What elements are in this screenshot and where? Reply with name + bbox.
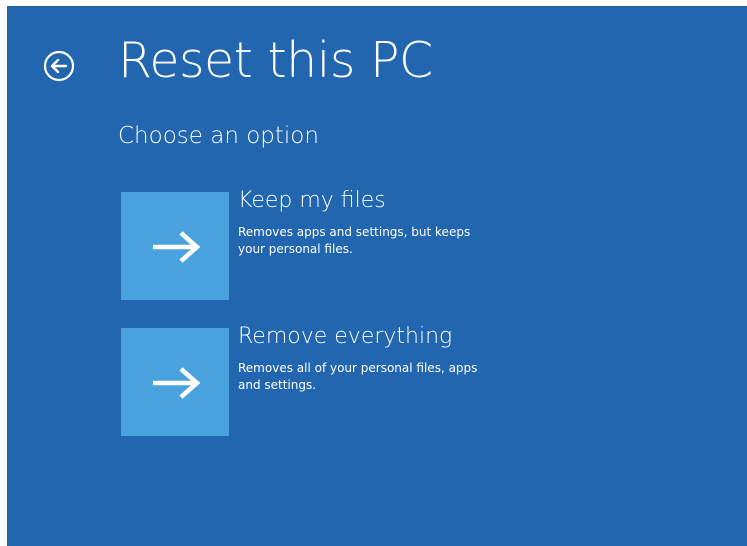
option-title[interactable]: Keep my files (238, 188, 386, 213)
option-tile[interactable] (121, 192, 229, 300)
arrow-right-icon (153, 231, 201, 263)
page-title: Reset this PC (118, 32, 433, 89)
keep-my-files-option[interactable]: Keep my files Removes apps and settings,… (121, 188, 501, 300)
back-button[interactable] (42, 49, 76, 83)
option-description: Removes apps and settings, but keeps you… (238, 225, 471, 256)
reset-pc-screen: Reset this PC Choose an option Keep my f… (7, 6, 747, 546)
arrow-right-icon (153, 367, 201, 399)
choose-option-heading: Choose an option (118, 123, 319, 149)
option-title[interactable]: Remove everything (238, 324, 452, 349)
option-description: Removes all of your personal files, apps… (238, 361, 478, 392)
back-arrow-circle-icon (43, 50, 75, 82)
option-tile[interactable] (121, 328, 229, 436)
remove-everything-option[interactable]: Remove everything Removes all of your pe… (121, 324, 501, 436)
